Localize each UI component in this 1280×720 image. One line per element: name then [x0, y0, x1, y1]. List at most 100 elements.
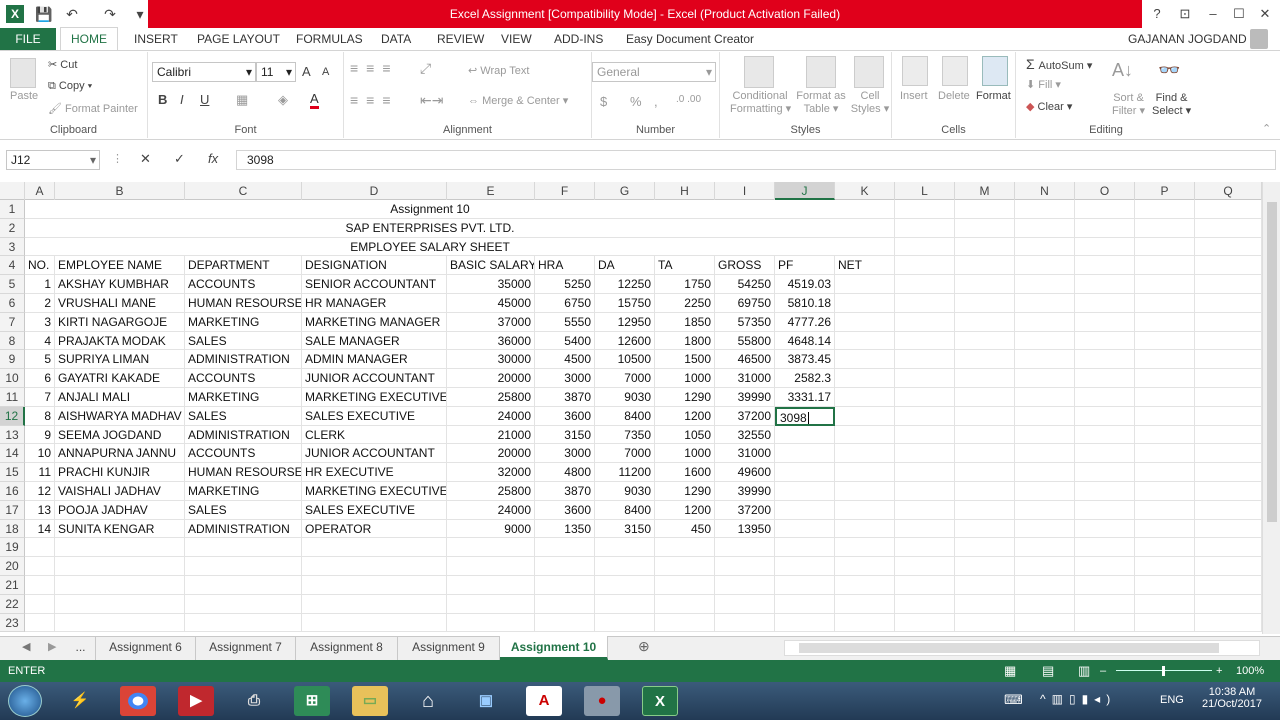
grid-cell[interactable] — [1135, 275, 1195, 294]
header-cell[interactable]: PF — [775, 256, 835, 276]
data-cell[interactable]: 7350 — [595, 425, 655, 445]
sort-filter-icon[interactable]: A↓ — [1112, 60, 1133, 81]
grid-cell[interactable] — [895, 482, 955, 501]
data-cell[interactable]: 1290 — [655, 388, 715, 407]
data-cell[interactable]: 32000 — [447, 463, 535, 482]
tray-icons[interactable]: ^▥▯▮◂) — [1040, 692, 1116, 706]
prev-sheet-icon[interactable]: ◀ — [22, 640, 30, 653]
vertical-scroll-thumb[interactable] — [1267, 202, 1277, 522]
grid-cell[interactable] — [1015, 406, 1075, 426]
column-header-j[interactable]: J — [775, 182, 835, 200]
data-cell[interactable]: GAYATRI KAKADE — [55, 369, 185, 388]
data-cell[interactable]: MARKETING — [185, 388, 302, 407]
next-sheet-icon[interactable]: ▶ — [48, 640, 56, 653]
grid-cell[interactable] — [895, 275, 955, 294]
avatar[interactable] — [1250, 29, 1268, 49]
data-cell[interactable]: ADMINISTRATION — [185, 350, 302, 370]
row-header-10[interactable]: 10 — [0, 369, 25, 388]
row-header-22[interactable]: 22 — [0, 594, 25, 614]
data-cell[interactable]: 3870 — [535, 388, 595, 407]
grid-cell[interactable] — [1015, 218, 1075, 238]
data-cell[interactable]: HUMAN RESOURSE — [185, 463, 302, 482]
data-cell[interactable]: 7 — [25, 388, 55, 407]
grid-cell[interactable] — [1195, 594, 1262, 614]
grid-cell[interactable] — [1135, 312, 1195, 332]
grid-cell[interactable] — [25, 576, 55, 595]
row-header-4[interactable]: 4 — [0, 256, 25, 276]
minimize-icon[interactable]: – — [1200, 4, 1226, 24]
grid-cell[interactable] — [955, 331, 1015, 351]
grid-cell[interactable] — [1135, 594, 1195, 614]
grid-cell[interactable] — [955, 275, 1015, 294]
page-break-view-icon[interactable]: ▥ — [1078, 660, 1090, 682]
data-cell[interactable]: 3600 — [535, 500, 595, 520]
data-cell[interactable]: HUMAN RESOURSE — [185, 294, 302, 313]
grid-cell[interactable] — [955, 200, 1015, 219]
data-cell[interactable]: SUNITA KENGAR — [55, 519, 185, 539]
grid-cell[interactable] — [715, 613, 775, 632]
grid-cell[interactable] — [1015, 425, 1075, 445]
grid-cell[interactable] — [775, 594, 835, 614]
grid-cell[interactable] — [55, 576, 185, 595]
zoom-out-icon[interactable]: – — [1100, 660, 1106, 682]
delete-button[interactable]: Delete — [938, 90, 970, 102]
data-cell[interactable]: 36000 — [447, 331, 535, 351]
grid-cell[interactable] — [1135, 350, 1195, 370]
grid-cell[interactable] — [1135, 500, 1195, 520]
header-cell[interactable]: NET — [835, 256, 895, 276]
data-cell[interactable]: 13 — [25, 500, 55, 520]
grid-cell[interactable] — [1015, 312, 1075, 332]
data-cell[interactable]: 1750 — [655, 275, 715, 294]
data-cell[interactable]: 12250 — [595, 275, 655, 294]
data-cell[interactable]: 3331.17 — [775, 388, 835, 407]
grid-cell[interactable] — [1135, 557, 1195, 576]
grid-cell[interactable] — [955, 463, 1015, 482]
grid-cell[interactable] — [955, 350, 1015, 370]
tab-page-layout[interactable]: PAGE LAYOUT — [195, 28, 282, 50]
column-header-d[interactable]: D — [302, 182, 447, 200]
header-cell[interactable]: GROSS — [715, 256, 775, 276]
tab-easy-document-creator[interactable]: Easy Document Creator — [624, 28, 756, 50]
page-layout-view-icon[interactable]: ▤ — [1042, 660, 1054, 682]
vertical-align-icons[interactable]: ≡≡≡ — [350, 60, 399, 76]
grid-cell[interactable] — [835, 369, 895, 388]
grid-cell[interactable] — [1135, 406, 1195, 426]
grid-cell[interactable] — [775, 613, 835, 632]
data-cell[interactable]: 69750 — [715, 294, 775, 313]
data-cell[interactable]: 3 — [25, 312, 55, 332]
file-explorer-icon[interactable]: ▭ — [352, 686, 388, 716]
grid-cell[interactable] — [447, 594, 535, 614]
media-app-icon[interactable]: ▶ — [178, 686, 214, 716]
grid-cell[interactable] — [302, 613, 447, 632]
data-cell[interactable]: VRUSHALI MANE — [55, 294, 185, 313]
percent-button[interactable]: % — [630, 94, 642, 109]
data-cell[interactable]: 9000 — [447, 519, 535, 539]
data-cell[interactable]: 55800 — [715, 331, 775, 351]
row-header-14[interactable]: 14 — [0, 444, 25, 464]
fill-color-icon[interactable]: ◈ — [278, 92, 288, 108]
row-header-13[interactable]: 13 — [0, 425, 25, 445]
column-header-a[interactable]: A — [25, 182, 55, 200]
grid-cell[interactable] — [835, 275, 895, 294]
format-as-table-button[interactable]: Format as Table ▾ — [792, 90, 850, 115]
data-cell[interactable]: JUNIOR ACCOUNTANT — [302, 369, 447, 388]
grid-cell[interactable] — [1015, 200, 1075, 219]
grid-cell[interactable] — [955, 406, 1015, 426]
data-cell[interactable]: 25800 — [447, 482, 535, 501]
data-cell[interactable]: 1800 — [655, 331, 715, 351]
data-cell[interactable]: 8 — [25, 406, 55, 426]
grid-cell[interactable] — [1075, 294, 1135, 313]
company-name[interactable]: SAP ENTERPRISES PVT. LTD. — [25, 218, 835, 238]
grid-cell[interactable] — [1015, 237, 1075, 257]
data-cell[interactable]: MARKETING EXECUTIVE — [302, 388, 447, 407]
grid-cell[interactable] — [895, 406, 955, 426]
grid-cell[interactable] — [1015, 463, 1075, 482]
row-header-2[interactable]: 2 — [0, 218, 25, 238]
column-header-h[interactable]: H — [655, 182, 715, 200]
data-cell[interactable]: 24000 — [447, 406, 535, 426]
grid-cell[interactable] — [1135, 482, 1195, 501]
grid-cell[interactable] — [655, 538, 715, 558]
excel-taskbar-icon[interactable]: X — [642, 686, 678, 716]
data-cell[interactable]: 1 — [25, 275, 55, 294]
row-header-12[interactable]: 12 — [0, 406, 25, 426]
